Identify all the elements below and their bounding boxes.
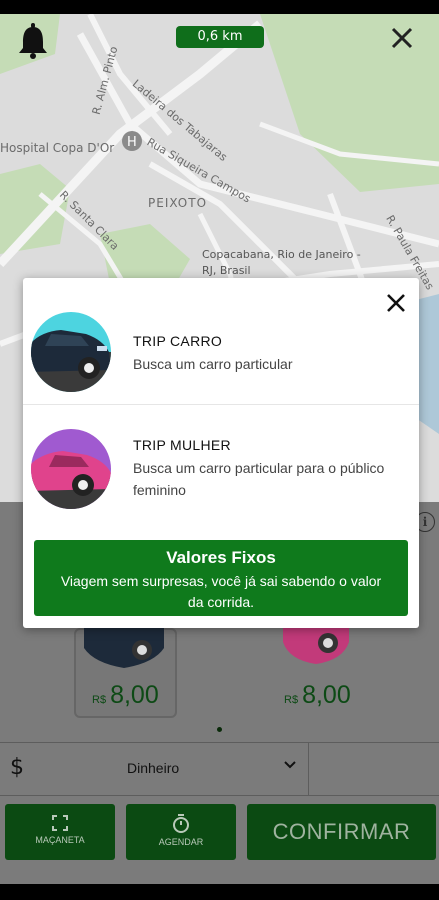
trip-carro-icon	[31, 312, 111, 392]
distance-badge: 0,6 km	[176, 26, 264, 48]
trip-carro-desc: Busca um carro particular	[133, 356, 293, 372]
payment-method: Dinheiro	[127, 760, 180, 776]
chevron-down-icon	[284, 761, 296, 769]
svg-text:H: H	[127, 135, 137, 150]
price-mulher: R$ 8,00	[284, 681, 351, 709]
dollar-icon: $	[10, 755, 24, 780]
payment-selector[interactable]: $ Dinheiro	[0, 742, 439, 796]
agendar-button[interactable]: AGENDAR	[126, 804, 236, 860]
price-carro: R$ 8,00	[92, 681, 159, 709]
car-thumb-carro	[84, 628, 164, 668]
payment-divider	[308, 743, 309, 795]
bell-icon[interactable]	[17, 22, 49, 60]
macaneta-label: MAÇANETA	[35, 835, 85, 845]
page-indicator-dot	[217, 727, 222, 732]
expand-icon	[52, 815, 68, 831]
map-label-area-2: RJ, Brasil	[202, 264, 251, 277]
macaneta-button[interactable]: MAÇANETA	[5, 804, 115, 860]
fixed-price-banner: Valores Fixos Viagem sem surpresas, você…	[34, 540, 408, 616]
car-thumb-mulher	[283, 628, 349, 668]
nav-bar	[0, 884, 439, 900]
trip-carro-title: TRIP CARRO	[133, 333, 223, 349]
trip-mulher-desc: Busca um carro particular para o público…	[133, 460, 385, 498]
trip-mulher-title: TRIP MULHER	[133, 437, 231, 453]
confirm-button[interactable]: CONFIRMAR	[247, 804, 436, 860]
option-trip-mulher[interactable]: TRIP MULHER Busca um carro particular pa…	[23, 405, 419, 535]
map-label-area-1: Copacabana, Rio de Janeiro -	[202, 248, 361, 261]
map-label-hospital: Hospital Copa D'Or	[0, 141, 115, 155]
banner-title: Valores Fixos	[166, 548, 276, 567]
option-trip-carro[interactable]: TRIP CARRO Busca um carro particular	[23, 278, 419, 404]
banner-description: Viagem sem surpresas, você já sai sabend…	[60, 573, 382, 610]
status-bar	[0, 0, 439, 14]
agendar-label: AGENDAR	[158, 837, 204, 847]
trip-mulher-icon	[31, 429, 111, 509]
trip-type-modal: TRIP CARRO Busca um carro particular TRI…	[23, 278, 419, 628]
timer-icon	[173, 814, 189, 833]
map-label-district: PEIXOTO	[148, 196, 208, 210]
close-icon[interactable]	[388, 24, 416, 52]
